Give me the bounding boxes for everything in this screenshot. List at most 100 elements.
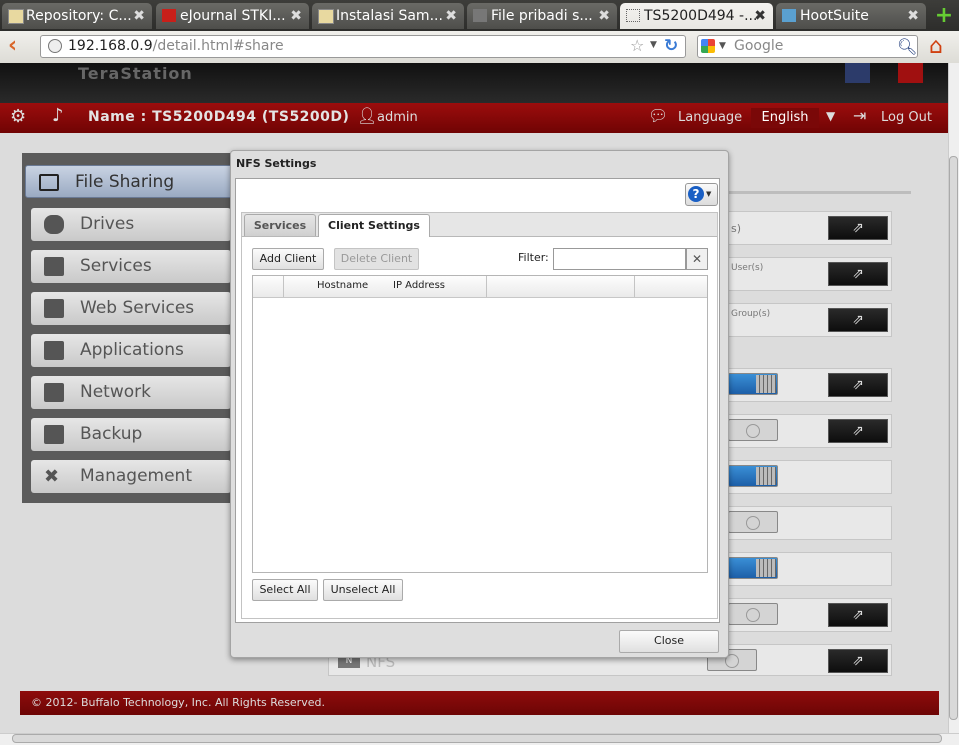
language-icon: 💬︎ [648, 106, 669, 125]
applications-icon [44, 341, 64, 360]
horizontal-scroll-thumb[interactable] [12, 734, 942, 743]
hootsuite-favicon-icon [782, 9, 796, 22]
open-settings-button[interactable]: ⇗ [828, 262, 888, 286]
music-note-icon[interactable]: ♪ [52, 105, 64, 126]
column-separator[interactable] [486, 276, 487, 297]
close-tab-icon[interactable]: ✖ [445, 3, 457, 29]
close-tab-icon[interactable]: ✖ [754, 3, 766, 29]
close-tab-icon[interactable]: ✖ [907, 3, 919, 29]
reload-icon[interactable]: ↻ [664, 36, 678, 56]
brand-logo: TeraStation [78, 64, 193, 83]
header-red-square [898, 63, 923, 83]
sidebar-item-applications[interactable]: Applications [31, 334, 231, 367]
close-tab-icon[interactable]: ✖ [290, 3, 302, 29]
address-text: 192.168.0.9/detail.html#share [68, 38, 284, 54]
tab-services[interactable]: Services [244, 214, 316, 236]
column-separator[interactable] [634, 276, 635, 297]
sidebar-item-web-services[interactable]: Web Services [31, 292, 231, 325]
service-toggle[interactable] [728, 557, 778, 579]
language-select[interactable]: English [751, 108, 819, 128]
sidebar-item-services[interactable]: Services [31, 250, 231, 283]
drive-icon [44, 215, 64, 234]
help-icon[interactable]: ? [688, 186, 704, 202]
browser-tab-hootsuite[interactable]: HootSuite ✖ [776, 3, 926, 29]
site-identity-icon[interactable] [48, 39, 62, 53]
open-settings-button[interactable]: ⇗ [828, 373, 888, 397]
blank-page-favicon-icon [626, 9, 640, 22]
bookmark-star-icon[interactable]: ☆ [630, 36, 644, 55]
service-toggle[interactable] [728, 511, 778, 533]
service-toggle[interactable] [728, 465, 778, 487]
device-name: Name : TS5200D494 (TS5200D) [88, 109, 350, 125]
clear-filter-icon[interactable]: ✕ [686, 248, 708, 270]
logout-link[interactable]: Log Out [881, 110, 932, 125]
sidebar-item-backup[interactable]: Backup [31, 418, 231, 451]
search-icon[interactable]: 🔍︎ [897, 37, 917, 56]
gear-icon[interactable]: ⚙ [10, 106, 26, 127]
web-services-icon [44, 299, 64, 318]
site-favicon-icon [473, 9, 487, 22]
chevron-down-icon[interactable]: ▼ [826, 109, 835, 123]
sidebar-item-label: Services [80, 256, 152, 276]
sidebar-item-label: Web Services [80, 298, 195, 318]
service-toggle[interactable] [728, 603, 778, 625]
google-engine-icon[interactable] [701, 39, 715, 53]
language-label: Language [678, 110, 743, 125]
browser-tab-ejournal[interactable]: eJournal STKI... ✖ [156, 3, 309, 29]
sidebar-item-label: Backup [80, 424, 143, 444]
sidebar-item-label: Network [80, 382, 151, 402]
folder-favicon-icon [318, 9, 334, 24]
engine-dropdown-icon[interactable]: ▼ [719, 41, 726, 51]
column-header-ip-address[interactable]: IP Address [393, 280, 445, 291]
client-grid[interactable] [252, 275, 708, 573]
logout-icon[interactable]: ⇥ [853, 106, 866, 125]
sidebar-item-drives[interactable]: Drives [31, 208, 231, 241]
dialog-title: NFS Settings [236, 157, 317, 170]
tab-client-settings[interactable]: Client Settings [318, 214, 430, 237]
search-input[interactable]: Google [734, 38, 783, 54]
browser-tab-file-pribadi[interactable]: File pribadi s... ✖ [467, 3, 617, 29]
row-label: User(s) [731, 263, 764, 273]
sidebar-item-label: Management [80, 466, 192, 486]
network-icon [44, 383, 64, 402]
row-label: Group(s) [731, 309, 771, 319]
tab-label: HootSuite [800, 8, 869, 24]
browser-tab-ts5200d494[interactable]: TS5200D494 -... ✖ [620, 3, 773, 29]
open-settings-button[interactable]: ⇗ [828, 603, 888, 627]
sidebar-item-network[interactable]: Network [31, 376, 231, 409]
sidebar-item-label: Applications [80, 340, 184, 360]
close-button[interactable]: Close [619, 630, 719, 653]
home-icon[interactable]: ⌂ [929, 34, 943, 59]
service-toggle[interactable] [728, 373, 778, 395]
sidebar-item-file-sharing[interactable]: File Sharing [25, 165, 235, 198]
new-tab-button[interactable]: + [932, 4, 956, 28]
tab-label: eJournal STKI... [180, 8, 286, 24]
chevron-down-icon[interactable]: ▼ [706, 190, 711, 198]
footer: © 2012- Buffalo Technology, Inc. All Rig… [20, 691, 939, 715]
nfs-settings-button[interactable]: ⇗ [828, 649, 888, 673]
tools-icon: ✖ [44, 466, 60, 487]
history-dropdown-icon[interactable]: ▼ [650, 40, 657, 50]
select-all-button[interactable]: Select All [252, 579, 318, 601]
open-settings-button[interactable]: ⇗ [828, 419, 888, 443]
tab-label: Repository: C... [26, 8, 132, 24]
open-settings-button[interactable]: ⇗ [828, 216, 888, 240]
browser-tab-instalasi[interactable]: Instalasi Sam... ✖ [312, 3, 464, 29]
row-label: s) [731, 222, 742, 235]
unselect-all-button[interactable]: Unselect All [323, 579, 403, 601]
sidebar-item-management[interactable]: ✖ Management [31, 460, 231, 493]
delete-client-button[interactable]: Delete Client [334, 248, 419, 270]
open-settings-button[interactable]: ⇗ [828, 308, 888, 332]
column-separator[interactable] [283, 276, 284, 297]
browser-tab-repository[interactable]: Repository: C... ✖ [2, 3, 152, 29]
search-bar[interactable] [697, 35, 918, 58]
back-arrow-icon[interactable]: ‹ [8, 35, 26, 57]
vertical-scroll-thumb[interactable] [949, 156, 958, 720]
add-client-button[interactable]: Add Client [252, 248, 324, 270]
column-header-hostname[interactable]: Hostname [317, 280, 368, 291]
filter-input[interactable] [553, 248, 686, 270]
section-divider [728, 191, 911, 194]
service-toggle[interactable] [728, 419, 778, 441]
close-tab-icon[interactable]: ✖ [133, 3, 145, 29]
close-tab-icon[interactable]: ✖ [598, 3, 610, 29]
